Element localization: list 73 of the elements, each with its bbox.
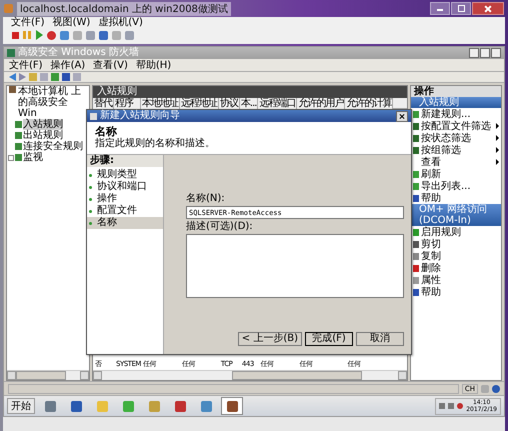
bullet-icon [89,186,92,188]
column-header[interactable]: 远程端口 [258,98,298,110]
section-header[interactable]: OM+ 网络访问 (DCOM-In) [411,204,501,226]
menu-item[interactable]: 操作(A) [50,60,86,70]
action-link[interactable]: 刷新 [421,168,441,180]
action-link[interactable]: 属性 [421,274,441,286]
pause-icon[interactable] [23,30,32,40]
action-link[interactable]: 查看 [421,156,441,168]
action-link[interactable]: 启用规则 [421,226,461,238]
tree-item[interactable]: 入站规则 [23,119,63,130]
tree-item[interactable]: 本地计算机 上的高级安全 Win [18,86,89,119]
scroll-right-icon[interactable] [80,371,89,380]
action-link[interactable]: 导出列表... [421,180,471,192]
tree-item[interactable]: 监视 [23,152,43,163]
section-header[interactable]: 入站规则 [411,97,501,108]
scroll-left-icon[interactable] [93,371,102,380]
action-link[interactable]: 删除 [421,262,441,274]
close-button[interactable] [396,110,408,122]
scroll-left-icon[interactable] [7,371,16,380]
page-heading: 名称 [95,125,117,138]
column-header[interactable]: 本地地址 [140,98,180,110]
dialog-button[interactable]: 完成(F) [305,332,353,346]
bullet-icon [89,198,92,200]
column-header[interactable]: 允许的计算 [345,98,394,110]
menu-item[interactable]: 文件(F) [11,17,45,28]
steps-title: 步骤: [87,155,163,167]
column-header[interactable]: 允许的用户 [297,98,346,110]
pane-title: 操作 [411,86,501,97]
action-link[interactable]: 按组筛选 [421,144,461,156]
stop-icon[interactable] [12,32,19,38]
wizard-step[interactable]: 规则类型 [87,169,163,181]
action-link[interactable]: 复制 [421,250,441,262]
taskbar-app[interactable] [221,397,243,415]
menu-item[interactable]: 虚拟机(V) [98,17,143,28]
wizard-step[interactable]: 操作 [87,193,163,205]
window-title: 高级安全 Windows 防火墙 [18,47,139,59]
bullet-icon [89,222,92,224]
action-link[interactable]: 按配置文件筛选 [421,120,491,132]
menu-item[interactable]: 查看(V) [93,60,128,70]
dialog-title: 新建入站规则向导 [100,110,180,122]
expand-icon[interactable] [8,154,14,160]
field-label: 名称(N): [186,193,226,205]
bullet-icon [89,210,92,212]
bullet-icon [89,174,92,176]
action-link[interactable]: 按状态筛选 [421,132,471,144]
window-title: localhost.localdomain 上的 win2008做测试 [17,2,231,16]
wizard-step[interactable]: 名称 [87,217,163,229]
column-header[interactable]: 远程地址 [180,98,219,110]
start-button[interactable]: 开始 [7,398,35,414]
wizard-step[interactable]: 配置文件 [87,205,163,217]
tree-item[interactable]: 连接安全规则 [23,141,83,152]
action-link[interactable]: 帮助 [421,192,441,204]
action-link[interactable]: 帮助 [421,286,441,298]
field-label: 描述(可选)(D): [186,221,254,233]
scroll-right-icon[interactable] [398,371,407,380]
dialog-button[interactable]: 取消 [356,332,404,346]
menu-item[interactable]: 视图(W) [52,17,90,28]
tree-item[interactable]: 出站规则 [23,130,63,141]
minimize-button[interactable] [469,48,479,58]
description-field[interactable] [186,234,404,298]
menu-item[interactable]: 帮助(H) [136,60,172,70]
column-header[interactable]: 替代 [93,98,114,110]
menu-item[interactable]: 文件(F) [9,60,43,70]
scrollbar-thumb[interactable] [232,371,362,380]
column-header[interactable]: 程序 [114,98,141,110]
panel-title: 入站规则 [93,86,407,98]
wizard-step[interactable]: 协议和端口 [87,181,163,193]
action-link[interactable]: 剪切 [421,238,441,250]
action-link[interactable]: 新建规则... [421,108,471,120]
scrollbar-thumb[interactable] [16,371,66,380]
dialog-button[interactable]: < 上一步(B) [238,332,302,346]
maximize-button[interactable] [480,48,490,58]
page-description: 指定此规则的名称和描述。 [95,138,216,150]
